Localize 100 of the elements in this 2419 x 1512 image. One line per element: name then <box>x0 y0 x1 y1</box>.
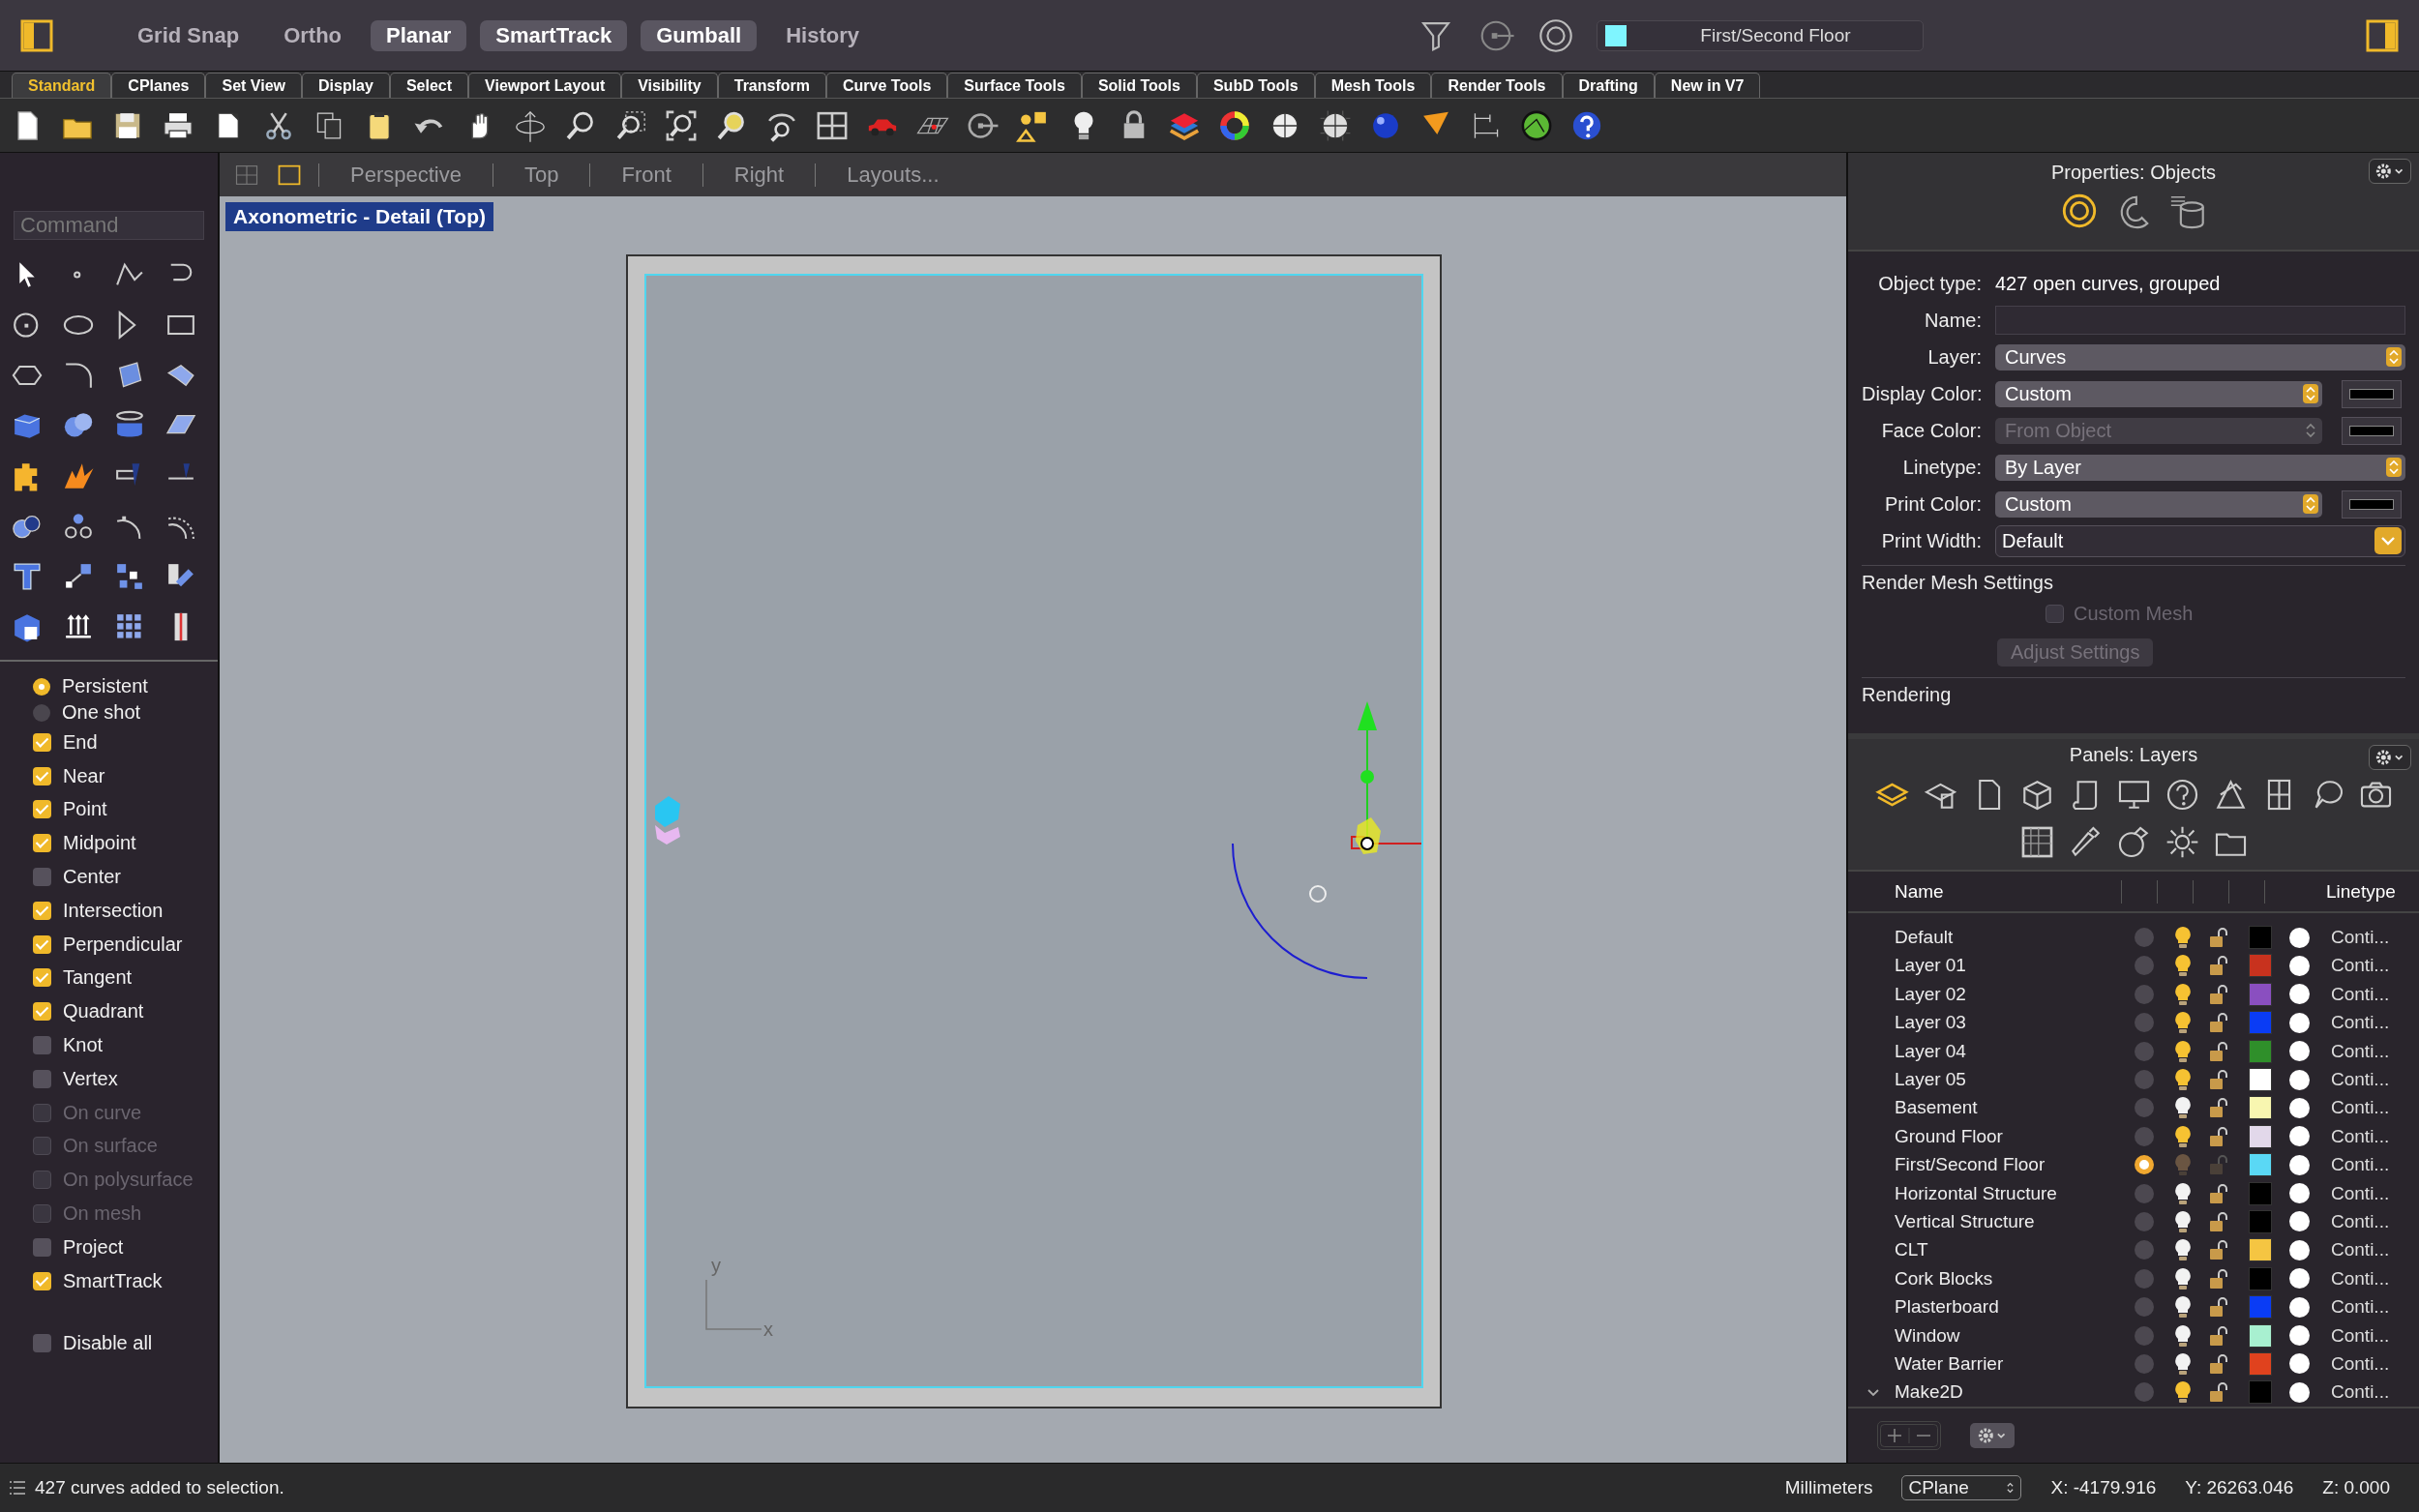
toolbar-tab[interactable]: New in V7 <box>1654 73 1761 98</box>
field-label: Display Color: <box>1862 382 1982 405</box>
viewport-tab[interactable]: Front <box>606 162 687 188</box>
toolbar-tab[interactable]: Visibility <box>621 73 718 98</box>
field-label: Object type: <box>1877 272 1982 295</box>
layer-name[interactable]: Default <box>1895 927 2135 949</box>
axis-label: y <box>711 1255 721 1276</box>
coordinate-value: X: -4179.916 <box>2050 1477 2157 1498</box>
layer-name[interactable]: Window <box>1895 1324 2135 1347</box>
object-type-value: 427 open curves, grouped <box>1995 272 2221 295</box>
units-label[interactable]: Millimeters <box>1784 1477 1873 1498</box>
coordinate-value: Z: 0.000 <box>2322 1477 2390 1498</box>
layer-name[interactable]: Plasterboard <box>1895 1296 2135 1319</box>
toolbar-tab[interactable]: Set View <box>205 73 302 98</box>
linetype-value[interactable]: Conti... <box>2331 1069 2390 1090</box>
checkbox-label: Custom Mesh <box>2074 602 2194 625</box>
checkbox-label: Project <box>63 1235 124 1259</box>
current-layer-dropdown[interactable]: First/Second Floor <box>1596 19 1924 51</box>
viewport-title: Axonometric - Detail (Top) <box>225 202 493 231</box>
toolbar-tab[interactable]: Standard <box>12 73 112 98</box>
linetype-value[interactable]: Conti... <box>2331 1182 2390 1204</box>
checkbox-label: Knot <box>63 1034 104 1057</box>
toggle-button[interactable]: Grid Snap <box>122 19 255 51</box>
current-layer-name: First/Second Floor <box>1699 24 1852 46</box>
viewport-tab[interactable]: Right <box>718 162 800 188</box>
toolbar-tab[interactable]: Mesh Tools <box>1314 73 1432 98</box>
linetype-value[interactable]: Conti... <box>2331 955 2390 977</box>
toolbar-tab[interactable]: Transform <box>717 73 826 98</box>
checkbox-label: Intersection <box>63 899 164 922</box>
toolbar-tab[interactable]: Curve Tools <box>826 73 948 98</box>
toolbar-tab[interactable]: SubD Tools <box>1196 73 1315 98</box>
linetype-value[interactable]: Conti... <box>2331 927 2390 949</box>
toggle-button[interactable]: Planar <box>371 19 467 51</box>
linetype-value[interactable]: Conti... <box>2331 1012 2390 1034</box>
layer-name[interactable]: Layer 03 <box>1895 1012 2135 1034</box>
layer-name[interactable]: Horizontal Structure <box>1895 1182 2135 1204</box>
layer-name[interactable]: Ground Floor <box>1895 1125 2135 1147</box>
toolbar-tab[interactable]: Drafting <box>1562 73 1655 98</box>
layer-name[interactable]: Layer 05 <box>1895 1069 2135 1090</box>
cplane-dropdown[interactable]: CPlane <box>1901 1475 2022 1500</box>
toolbar-tab[interactable]: Solid Tools <box>1081 73 1197 98</box>
toggle-button[interactable]: SmartTrack <box>480 19 628 51</box>
toggle-button[interactable]: Ortho <box>268 19 357 51</box>
coordinate-value: Y: 26263.046 <box>2185 1477 2294 1498</box>
linetype-value[interactable]: Conti... <box>2331 1040 2390 1062</box>
column-header: Linetype <box>2326 880 2396 903</box>
linetype-value[interactable]: Conti... <box>2331 1352 2390 1375</box>
layer-name[interactable]: Vertical Structure <box>1895 1210 2135 1232</box>
section-heading: Render Mesh Settings <box>1862 572 2054 594</box>
viewport-tab[interactable]: Perspective <box>335 162 477 188</box>
layer-name[interactable]: Basement <box>1895 1097 2135 1119</box>
layer-name[interactable]: First/Second Floor <box>1895 1154 2135 1176</box>
checkbox-label: Perpendicular <box>63 933 183 956</box>
field-label: Face Color: <box>1880 419 1982 442</box>
linetype-value[interactable]: Conti... <box>2331 1097 2390 1119</box>
layer-name[interactable]: Layer 02 <box>1895 983 2135 1005</box>
dropdown[interactable]: Curves <box>1995 343 2405 371</box>
linetype-value[interactable]: Conti... <box>2331 1239 2390 1261</box>
layer-name[interactable]: Water Barrier <box>1895 1352 2135 1375</box>
toolbar-tab[interactable]: Display <box>302 73 390 98</box>
layer-name[interactable]: Layer 01 <box>1895 955 2135 977</box>
toolbar-tab[interactable]: Surface Tools <box>947 73 1082 98</box>
linetype-value[interactable]: Conti... <box>2331 1381 2390 1404</box>
axis-label: x <box>763 1319 773 1340</box>
checkbox-label: Quadrant <box>63 1000 144 1023</box>
toggle-button[interactable]: Gumball <box>641 19 758 51</box>
checkbox-label: Center <box>63 866 122 889</box>
linetype-value[interactable]: Conti... <box>2331 983 2390 1005</box>
layer-name[interactable]: Make2D <box>1895 1381 2135 1404</box>
dropdown[interactable]: Custom <box>1995 380 2322 407</box>
linetype-value[interactable]: Conti... <box>2331 1296 2390 1319</box>
toolbar-tab[interactable]: Render Tools <box>1431 73 1563 98</box>
checkbox-label: On curve <box>63 1101 142 1124</box>
status-message: 427 curves added to selection. <box>35 1477 284 1498</box>
linetype-value[interactable]: Conti... <box>2331 1125 2390 1147</box>
linetype-value[interactable]: Conti... <box>2331 1324 2390 1347</box>
checkbox-label: On polysurface <box>63 1169 194 1192</box>
layer-name[interactable]: CLT <box>1895 1239 2135 1261</box>
viewport-tab[interactable]: Top <box>508 162 575 188</box>
viewport-tab[interactable]: Layouts... <box>831 162 955 188</box>
dropdown[interactable]: By Layer <box>1995 454 2405 481</box>
radio-label: One shot <box>62 701 141 724</box>
command-field[interactable]: Command <box>14 211 204 240</box>
dropdown[interactable]: Default <box>1995 524 2405 557</box>
layer-name[interactable]: Cork Blocks <box>1895 1267 2135 1290</box>
checkbox-label: Vertex <box>63 1067 118 1090</box>
linetype-value[interactable]: Conti... <box>2331 1267 2390 1290</box>
linetype-value[interactable]: Conti... <box>2331 1154 2390 1176</box>
toolbar-tab[interactable]: CPlanes <box>111 73 206 98</box>
dropdown[interactable]: Custom <box>1995 490 2322 518</box>
toolbar-tab[interactable]: Select <box>389 73 469 98</box>
panel-title: Panels: Layers <box>2069 743 2198 766</box>
checkbox-label: On mesh <box>63 1202 142 1226</box>
field-label: Layer: <box>1926 345 1982 369</box>
toolbar-tab[interactable]: Viewport Layout <box>468 73 622 98</box>
checkbox-label: Midpoint <box>63 832 136 855</box>
linetype-value[interactable]: Conti... <box>2331 1210 2390 1232</box>
layer-name[interactable]: Layer 04 <box>1895 1040 2135 1062</box>
toggle-button[interactable]: History <box>770 19 875 51</box>
checkbox-label: Near <box>63 764 105 787</box>
